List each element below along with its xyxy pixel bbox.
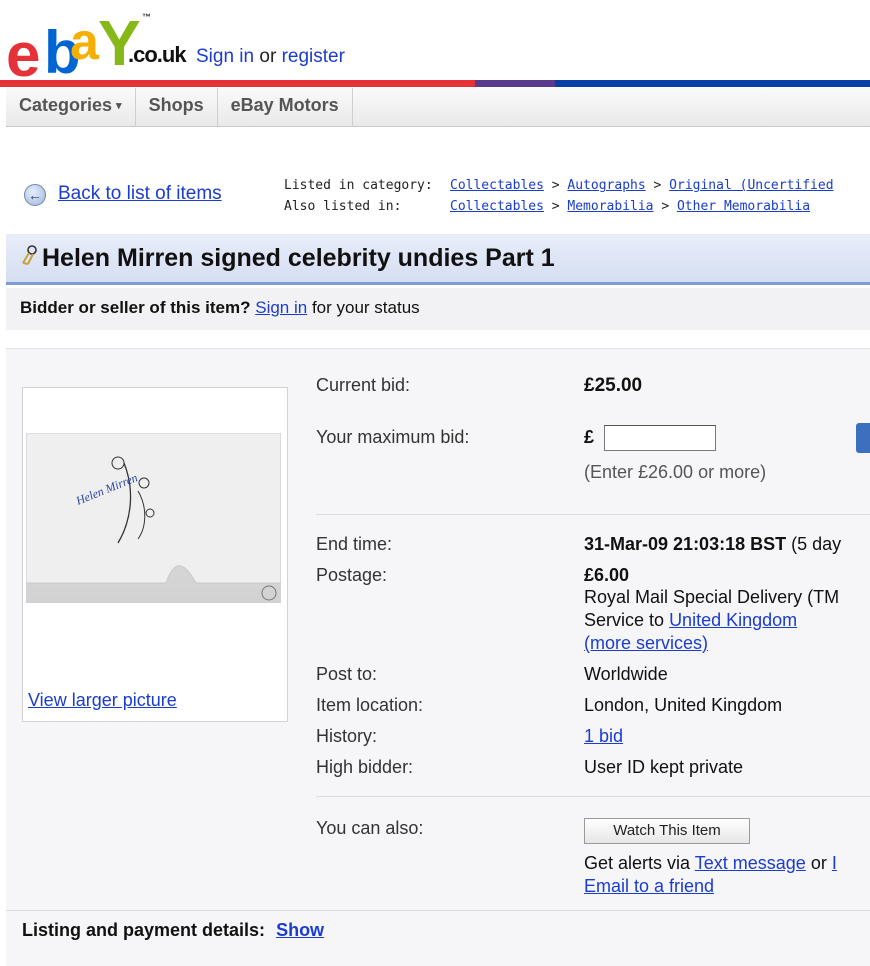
logo-letter-a: a [70, 13, 99, 71]
divider [316, 796, 870, 797]
post-to-value: Worldwide [584, 664, 668, 684]
end-time-value: 31-Mar-09 21:03:18 BST (5 day [584, 534, 841, 555]
breadcrumb-link[interactable]: Original (Uncertified [669, 178, 833, 193]
breadcrumb-link[interactable]: Collectables [450, 178, 544, 193]
status-prefix: Bidder or seller of this item? [20, 298, 251, 317]
you-can-also-label: You can also: [316, 818, 424, 838]
post-to-label: Post to: [316, 664, 378, 684]
breadcrumb-separator: > [551, 178, 560, 193]
high-bidder-value: User ID kept private [584, 757, 744, 777]
item-title-bar: Helen Mirren signed celebrity undies Par… [6, 234, 870, 285]
ribbon-icon [22, 245, 37, 265]
breadcrumb-link[interactable]: Autographs [567, 178, 645, 193]
divider [6, 910, 870, 911]
breadcrumb-link[interactable]: Other Memorabilia [677, 199, 810, 214]
undies-image: Helen Mirren [25, 432, 282, 601]
item-location-value: London, United Kingdom [584, 695, 783, 715]
item-location-label: Item location: [316, 695, 424, 715]
postage-service-to: Service to United Kingdom [584, 610, 797, 631]
nav-tab-shops[interactable]: Shops [136, 88, 218, 126]
also-listed-label: Also listed in: [284, 199, 402, 214]
show-listing-link[interactable]: Show [276, 920, 324, 940]
breadcrumb-separator: > [661, 199, 670, 214]
listed-category-path: Collectables > Autographs > Original (Un… [450, 178, 834, 193]
text-message-link[interactable]: Text message [695, 853, 806, 873]
bidder-status-bar: Bidder or seller of this item? Sign in f… [6, 288, 870, 330]
ebay-logo[interactable]: e b a Y ™ .co.uk [6, 7, 187, 90]
brand-color-bar [0, 80, 870, 87]
status-suffix: for your status [311, 298, 420, 317]
breadcrumb-link[interactable]: Collectables [450, 199, 544, 214]
end-time-remaining: (5 day [791, 534, 842, 554]
postage-value: £6.00 [584, 565, 630, 585]
chevron-down-icon: ▾ [116, 100, 122, 112]
register-link[interactable]: register [282, 46, 345, 67]
nav-tab-categories[interactable]: Categories ▾ [6, 88, 136, 126]
place-bid-button[interactable] [856, 423, 870, 453]
listing-details: Listing and payment details: Show [22, 920, 324, 941]
listing-label: Listing and payment details: [22, 920, 266, 940]
postage-label: Postage: [316, 565, 388, 585]
email-friend-link[interactable]: Email to a friend [584, 876, 714, 897]
end-time-date: 31-Mar-09 21:03:18 BST [584, 534, 787, 554]
breadcrumb-separator: > [653, 178, 662, 193]
logo-domain: .co.uk [128, 42, 187, 67]
status-sign-in-link[interactable]: Sign in [255, 298, 307, 317]
high-bidder-label: High bidder: [316, 757, 414, 777]
alerts-or: or [810, 853, 827, 873]
max-bid-label: Your maximum bid: [316, 427, 470, 447]
postage-service: Royal Mail Special Delivery (TM [584, 587, 840, 607]
sign-in-link[interactable]: Sign in [196, 46, 254, 67]
signin-area: Sign in or register [196, 46, 345, 68]
divider [316, 514, 870, 515]
watch-item-button[interactable]: Watch This Item [584, 818, 750, 844]
postage-service-to-text: Service to [584, 610, 665, 630]
logo-trademark: ™ [142, 12, 151, 22]
page-title: Helen Mirren signed celebrity undies Par… [42, 244, 555, 272]
bid-history-link[interactable]: 1 bid [584, 726, 623, 747]
postage-country-link[interactable]: United Kingdom [669, 610, 797, 630]
current-bid-value: £25.00 [584, 375, 643, 396]
end-time-label: End time: [316, 534, 393, 554]
max-bid-input[interactable] [604, 425, 716, 451]
also-listed-path: Collectables > Memorabilia > Other Memor… [450, 199, 810, 214]
alerts-prefix: Get alerts via [584, 853, 691, 873]
alerts-other-link[interactable]: I [832, 853, 837, 873]
history-label: History: [316, 726, 378, 746]
more-services-link[interactable]: (more services) [584, 633, 708, 654]
left-arrow-icon[interactable]: ← [24, 184, 46, 206]
breadcrumb-link[interactable]: Memorabilia [567, 199, 653, 214]
back-to-list-link[interactable]: Back to list of items [58, 183, 222, 205]
nav-tab-categories-label: Categories [19, 95, 113, 115]
item-photo[interactable]: Helen Mirren [25, 432, 282, 603]
listed-category-label: Listed in category: [284, 178, 433, 193]
signin-or-text: or [254, 46, 282, 67]
view-larger-picture-link[interactable]: View larger picture [28, 690, 177, 711]
alerts-line: Get alerts via Text message or I [584, 853, 837, 874]
nav-tab-motors[interactable]: eBay Motors [218, 88, 353, 126]
current-bid-label: Current bid: [316, 375, 411, 395]
top-nav: Categories ▾ Shops eBay Motors [6, 88, 870, 127]
max-bid-hint: (Enter £26.00 or more) [584, 462, 767, 482]
currency-symbol: £ [584, 427, 595, 447]
breadcrumb-separator: > [551, 199, 560, 214]
